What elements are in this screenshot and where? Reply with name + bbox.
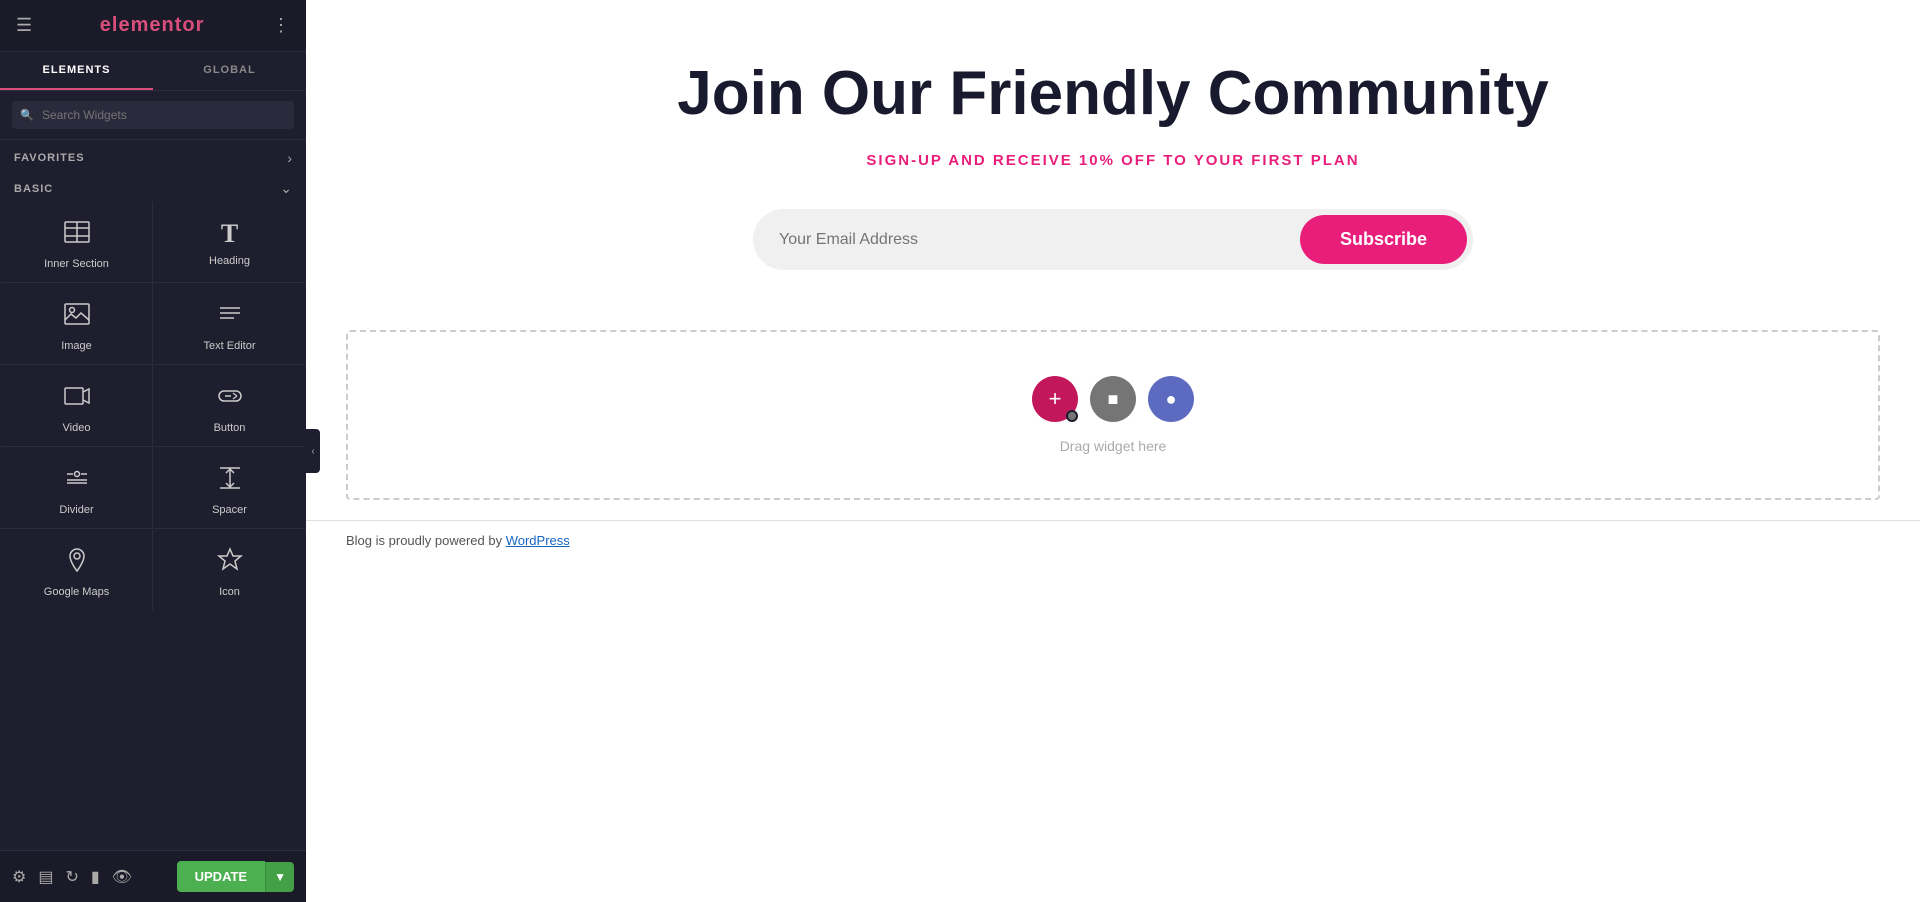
inner-section-icon: [63, 218, 91, 250]
widget-button[interactable]: Button: [153, 365, 306, 447]
basic-title: BASIC: [14, 183, 53, 195]
tab-elements[interactable]: ELEMENTS: [0, 52, 153, 90]
drop-label: Drag widget here: [1060, 438, 1167, 454]
search-input[interactable]: [12, 101, 294, 129]
app-container: ☰ elementor ⋮ ELEMENTS GLOBAL: [0, 0, 1920, 902]
heading-icon: T: [221, 221, 238, 247]
folder-button[interactable]: ■: [1090, 376, 1136, 422]
layers-icon[interactable]: ▤: [38, 867, 53, 887]
subscribe-button[interactable]: Subscribe: [1300, 215, 1467, 264]
eye-icon[interactable]: 👁: [112, 867, 132, 887]
widget-inner-section[interactable]: Inner Section: [0, 201, 153, 283]
folder-icon: ■: [1108, 389, 1119, 410]
page-footer: Blog is proudly powered by WordPress: [306, 520, 1920, 560]
hamburger-icon: ☰: [16, 15, 32, 36]
icon-icon: [216, 546, 244, 578]
settings-icon[interactable]: ⚙: [12, 867, 26, 887]
sidebar-header: ☰ elementor ⋮: [0, 0, 306, 52]
favorites-header[interactable]: FAVORITES ›: [14, 150, 292, 166]
template-icon: ●: [1166, 389, 1177, 410]
drop-zone: + ■ ● Drag widget here: [346, 330, 1880, 500]
add-widget-button[interactable]: +: [1032, 376, 1078, 422]
main-content: Join Our Friendly Community SIGN-UP AND …: [306, 0, 1920, 902]
spacer-label: Spacer: [212, 504, 247, 516]
email-form: Subscribe: [753, 209, 1473, 270]
video-icon: [63, 382, 91, 414]
footer-text: Blog is proudly powered by: [346, 533, 506, 548]
widget-spacer[interactable]: Spacer: [153, 447, 306, 529]
widgets-grid: Inner Section T Heading: [0, 201, 306, 611]
widget-icon[interactable]: Icon: [153, 529, 306, 611]
basic-arrow-icon: ⌄: [280, 180, 292, 197]
app-logo: elementor: [100, 14, 205, 37]
widget-google-maps[interactable]: Google Maps: [0, 529, 153, 611]
footer-wordpress-link[interactable]: WordPress: [506, 533, 570, 548]
sidebar-search-area: [0, 91, 306, 140]
update-button[interactable]: UPDATE: [177, 861, 265, 892]
widget-divider[interactable]: Divider: [0, 447, 153, 529]
sidebar: ☰ elementor ⋮ ELEMENTS GLOBAL: [0, 0, 306, 902]
divider-icon: [63, 464, 91, 496]
update-button-group: UPDATE ▼: [177, 861, 294, 892]
widget-text-editor[interactable]: Text Editor: [153, 283, 306, 365]
sidebar-collapse-handle[interactable]: ‹: [306, 429, 320, 473]
video-label: Video: [63, 422, 91, 434]
hero-subtitle: SIGN-UP AND RECEIVE 10% OFF TO YOUR FIRS…: [326, 152, 1900, 169]
favorites-title: FAVORITES: [14, 152, 85, 164]
drop-zone-buttons: + ■ ●: [1032, 376, 1194, 422]
update-dropdown-button[interactable]: ▼: [265, 862, 294, 892]
tab-global[interactable]: GLOBAL: [153, 52, 306, 90]
hero-section: Join Our Friendly Community SIGN-UP AND …: [306, 0, 1920, 310]
basic-header[interactable]: BASIC ⌄: [14, 180, 292, 197]
sidebar-tabs: ELEMENTS GLOBAL: [0, 52, 306, 91]
button-label: Button: [214, 422, 246, 434]
email-input[interactable]: [759, 215, 1300, 264]
spacer-icon: [216, 464, 244, 496]
preview-icon[interactable]: ▮: [91, 867, 100, 887]
image-icon: [63, 300, 91, 332]
grid-icon: ⋮: [272, 15, 290, 36]
widget-heading[interactable]: T Heading: [153, 201, 306, 283]
divider-label: Divider: [59, 504, 93, 516]
widget-video[interactable]: Video: [0, 365, 153, 447]
basic-section-header-area: BASIC ⌄: [0, 170, 306, 201]
bottom-icons: ⚙ ▤ ↻ ▮ 👁: [12, 867, 132, 887]
favorites-section: FAVORITES ›: [0, 140, 306, 170]
heading-label: Heading: [209, 255, 250, 267]
text-editor-icon: [216, 300, 244, 332]
button-icon: [216, 382, 244, 414]
icon-label: Icon: [219, 586, 240, 598]
widget-image[interactable]: Image: [0, 283, 153, 365]
inner-section-label: Inner Section: [44, 258, 109, 270]
template-button[interactable]: ●: [1148, 376, 1194, 422]
text-editor-label: Text Editor: [204, 340, 256, 352]
favorites-arrow-icon: ›: [287, 150, 292, 166]
history-icon[interactable]: ↻: [65, 867, 78, 887]
plus-icon: +: [1049, 388, 1062, 410]
search-wrap: [12, 101, 294, 129]
image-label: Image: [61, 340, 92, 352]
google-maps-icon: [63, 546, 91, 578]
hamburger-menu[interactable]: ☰: [16, 15, 32, 36]
grid-menu[interactable]: ⋮: [272, 15, 290, 36]
google-maps-label: Google Maps: [44, 586, 109, 598]
hero-title: Join Our Friendly Community: [326, 60, 1900, 128]
sidebar-bottom-bar: ⚙ ▤ ↻ ▮ 👁 UPDATE ▼: [0, 850, 306, 902]
sidebar-wrapper: ☰ elementor ⋮ ELEMENTS GLOBAL: [0, 0, 306, 902]
